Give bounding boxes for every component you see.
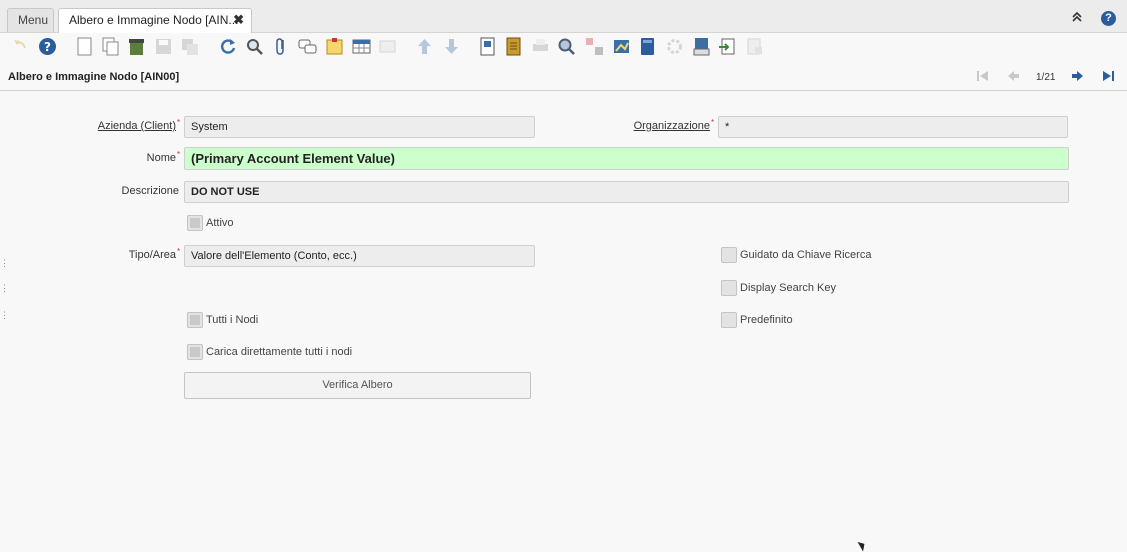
azienda-field[interactable]: System: [184, 116, 535, 138]
customize-icon[interactable]: [745, 37, 764, 56]
attivo-checkbox[interactable]: [187, 215, 203, 231]
product-info-icon[interactable]: [612, 37, 631, 56]
azienda-label-text: Azienda (Client): [97, 120, 176, 132]
nome-label: Nome: [146, 152, 176, 164]
required-mark: *: [177, 118, 181, 127]
report-icon[interactable]: [478, 37, 497, 56]
refresh-icon[interactable]: [218, 37, 237, 56]
display-search-key-label: Display Search Key: [740, 282, 836, 294]
carica-label: Carica direttamente tutti i nodi: [206, 346, 353, 358]
required-mark: *: [177, 247, 181, 256]
workflow-icon[interactable]: [665, 37, 684, 56]
tab-albero-immagine-nodo[interactable]: Albero e Immagine Nodo [AIN... ✖: [58, 8, 252, 33]
guidato-checkbox[interactable]: [721, 247, 737, 263]
tutti-nodi-label: Tutti i Nodi: [206, 314, 259, 326]
descrizione-field[interactable]: DO NOT USE: [184, 181, 1069, 203]
mouse-cursor-icon: [857, 539, 868, 552]
last-record-icon[interactable]: [1102, 70, 1115, 85]
parent-record-icon[interactable]: [378, 37, 397, 56]
guidato-label: Guidato da Chiave Ricerca: [740, 249, 872, 261]
undo-icon[interactable]: [11, 37, 30, 56]
help-icon[interactable]: ?: [1101, 11, 1116, 26]
tab-bar: Menu Albero e Immagine Nodo [AIN... ✖ ?: [0, 0, 1127, 33]
grid-toggle-icon[interactable]: [352, 37, 371, 56]
zoom-across-icon[interactable]: [557, 37, 576, 56]
tab-label: Albero e Immagine Nodo [AIN...: [69, 13, 239, 27]
new-record-icon[interactable]: [75, 37, 94, 56]
toolbar: ?: [0, 34, 1127, 60]
archive-icon[interactable]: [504, 37, 523, 56]
window-header: Albero e Immagine Nodo [AIN00] 1/21: [0, 66, 1127, 91]
organizzazione-field[interactable]: *: [718, 116, 1068, 138]
post-it-icon[interactable]: [325, 37, 344, 56]
save-icon[interactable]: [154, 37, 173, 56]
azienda-label[interactable]: Azienda (Client): [80, 120, 176, 132]
save-new-icon[interactable]: [180, 37, 199, 56]
close-icon[interactable]: ✖: [233, 9, 244, 31]
archived-docs-icon[interactable]: [638, 37, 657, 56]
help-icon[interactable]: ?: [38, 37, 57, 56]
import-icon[interactable]: [718, 37, 737, 56]
tipo-area-label: Tipo/Area: [128, 249, 176, 261]
svg-text:?: ?: [44, 40, 51, 54]
organizzazione-label[interactable]: Organizzazione: [600, 120, 710, 132]
export-icon[interactable]: [692, 37, 711, 56]
copy-record-icon[interactable]: [101, 37, 120, 56]
attivo-label: Attivo: [206, 217, 234, 229]
request-icon[interactable]: [585, 37, 604, 56]
next-record-icon[interactable]: [1071, 70, 1084, 85]
required-mark: *: [711, 118, 715, 127]
organizzazione-label-text: Organizzazione: [633, 120, 710, 132]
delete-icon[interactable]: [127, 37, 146, 56]
descrizione-label: Descrizione: [121, 185, 179, 197]
predefinito-label: Predefinito: [740, 314, 793, 326]
side-handle[interactable]: ⋮: [0, 258, 9, 269]
nome-field[interactable]: (Primary Account Element Value): [184, 147, 1069, 170]
display-search-key-checkbox[interactable]: [721, 280, 737, 296]
verifica-albero-button[interactable]: Verifica Albero: [184, 372, 531, 399]
collapse-icon[interactable]: [1072, 11, 1082, 25]
tutti-nodi-checkbox[interactable]: [187, 312, 203, 328]
chat-icon[interactable]: [298, 37, 317, 56]
record-count: 1/21: [1036, 72, 1056, 83]
side-handle[interactable]: ⋮: [0, 310, 9, 321]
tipo-area-field[interactable]: Valore dell'Elemento (Conto, ecc.): [184, 245, 535, 267]
previous-icon[interactable]: [415, 37, 434, 56]
window-title: Albero e Immagine Nodo [AIN00]: [8, 71, 180, 83]
predefinito-checkbox[interactable]: [721, 312, 737, 328]
attachment-icon[interactable]: [272, 37, 291, 56]
tab-menu[interactable]: Menu: [7, 8, 54, 32]
required-mark: *: [177, 150, 181, 159]
first-record-icon[interactable]: [976, 70, 989, 85]
next-icon[interactable]: [442, 37, 461, 56]
carica-checkbox[interactable]: [187, 344, 203, 360]
print-icon[interactable]: [531, 37, 550, 56]
side-handle[interactable]: ⋮: [0, 283, 9, 294]
find-icon[interactable]: [245, 37, 264, 56]
previous-record-icon[interactable]: [1007, 70, 1020, 85]
